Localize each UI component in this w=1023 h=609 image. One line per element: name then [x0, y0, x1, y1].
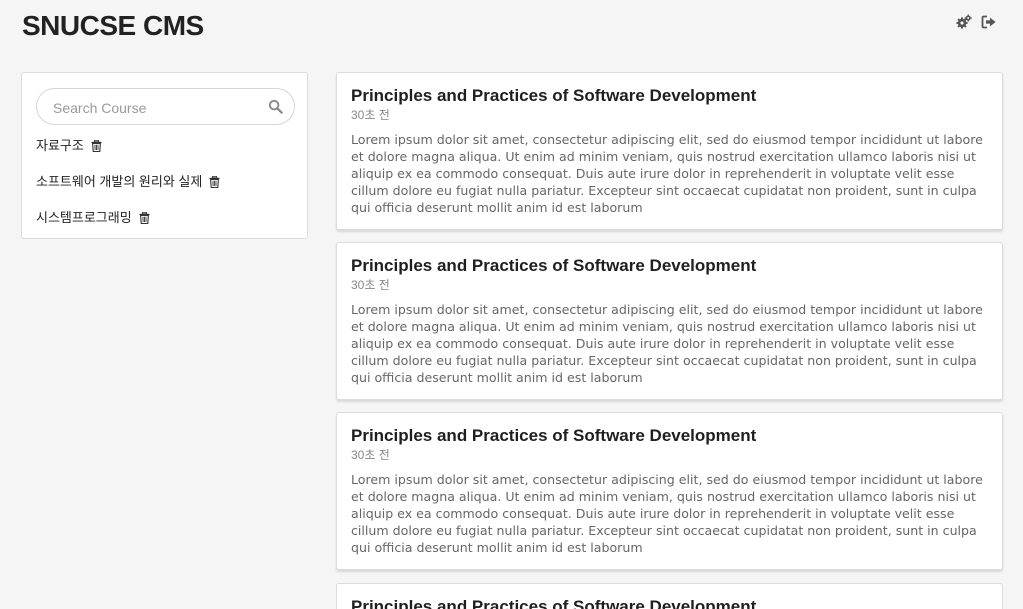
course-label: 자료구조 [36, 138, 84, 153]
trash-icon[interactable] [209, 176, 220, 188]
course-item[interactable]: 소프트웨어 개발의 원리와 실제 [36, 173, 220, 209]
settings-icon[interactable] [956, 14, 972, 30]
header: SNUCSE CMS [0, 0, 1023, 60]
course-item[interactable]: 자료구조 [36, 137, 220, 173]
course-sidebar: 자료구조 소프트웨어 개발의 원리와 실제 [21, 72, 308, 239]
course-label: 소프트웨어 개발의 원리와 실제 [36, 174, 203, 189]
post-body: Lorem ipsum dolor sit amet, consectetur … [351, 472, 983, 555]
post-title[interactable]: Principles and Practices of Software Dev… [351, 426, 756, 446]
header-actions [956, 14, 997, 30]
post-title[interactable]: Principles and Practices of Software Dev… [351, 86, 756, 106]
post-body: Lorem ipsum dolor sit amet, consectetur … [351, 302, 983, 385]
course-label: 시스템프로그래밍 [36, 210, 132, 225]
post-time: 30초 전 [351, 278, 390, 292]
post-time: 30초 전 [351, 108, 390, 122]
post-time: 30초 전 [351, 448, 390, 462]
search-icon[interactable] [268, 99, 283, 114]
search-box [36, 88, 295, 126]
post-card[interactable]: Principles and Practices of Software Dev… [336, 242, 1003, 400]
search-input[interactable] [51, 89, 265, 126]
post-title[interactable]: Principles and Practices of Software Dev… [351, 256, 756, 276]
post-card[interactable]: Principles and Practices of Software Dev… [336, 412, 1003, 570]
post-card[interactable]: Principles and Practices of Software Dev… [336, 583, 1003, 609]
post-card[interactable]: Principles and Practices of Software Dev… [336, 72, 1003, 230]
app-root: SNUCSE CMS Search Course 자료구조 소프트웨어 개발의 … [0, 0, 1023, 609]
post-title[interactable]: Principles and Practices of Software Dev… [351, 597, 756, 609]
course-list: 자료구조 소프트웨어 개발의 원리와 실제 시스템프로그래밍 [36, 137, 220, 245]
post-body: Lorem ipsum dolor sit amet, consectetur … [351, 132, 983, 215]
app-title: SNUCSE CMS [22, 10, 204, 41]
trash-icon[interactable] [91, 140, 102, 152]
logout-icon[interactable] [981, 14, 997, 30]
course-item[interactable]: 시스템프로그래밍 [36, 209, 220, 245]
trash-icon[interactable] [139, 212, 150, 224]
